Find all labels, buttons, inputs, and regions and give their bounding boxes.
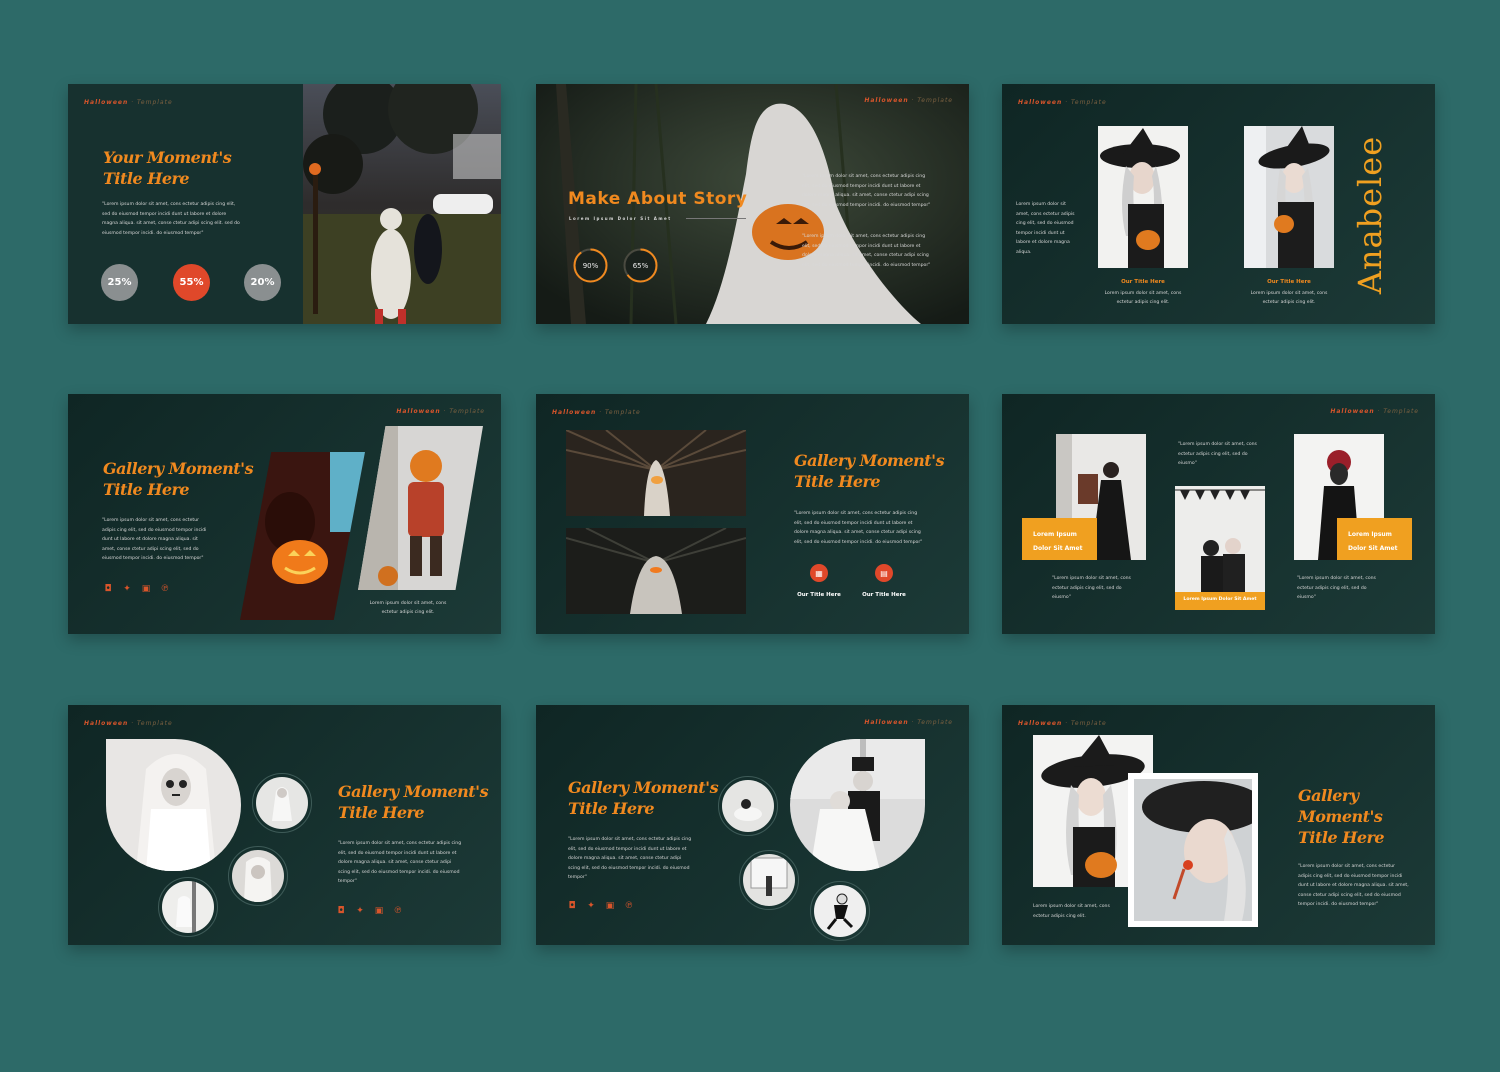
slide-gallery-witch[interactable]: Halloween · Template Gallery Moment's Ti… (1002, 705, 1435, 945)
twitter-icon[interactable]: ✦ (122, 584, 132, 594)
slide-body-text: Lorem ipsum dolor sit amet, cons ectetur… (1016, 202, 1075, 255)
photo-witch-1 (1098, 126, 1188, 268)
text-top-center: "Lorem ipsum dolor sit amet, cons ectetu… (1178, 442, 1257, 467)
item-label-2: Our Title Here (862, 592, 906, 598)
photo-pumpkin-head-child (358, 426, 483, 590)
slide-body-text: "Lorem ipsum dolor sit amet, cons ectetu… (568, 837, 692, 881)
progress-ring-1-label: 90% (582, 261, 599, 270)
slide-tag: Halloween · Template (552, 409, 641, 416)
slide-gallery-pumpkins[interactable]: Halloween · Template Gallery Moment's Ti… (68, 394, 501, 634)
social-icons: ◘ ✦ ▣ ℗ (103, 584, 170, 594)
orange-strip-label: Lorem Ipsum Dolor Sit Amet (1183, 597, 1257, 602)
photo-caption: Lorem ipsum dolor sit amet, cons ectetur… (369, 601, 447, 615)
slide-title: Gallery Moment's Title Here (338, 782, 489, 822)
item-title-2: Our Title Here (1267, 279, 1311, 285)
slide-anabelee[interactable]: Halloween · Template Lorem ipsum dolor s… (1002, 84, 1435, 324)
photo-witch-2 (1244, 126, 1334, 268)
progress-ring-2-label: 65% (632, 261, 649, 270)
stat-circle-2: 55% (173, 264, 210, 301)
pinterest-icon[interactable]: ℗ (393, 906, 403, 916)
twitter-icon[interactable]: ✦ (355, 906, 365, 916)
slide-gallery-boxes[interactable]: Halloween · Template Lorem Ipsum Dolor S… (1002, 394, 1435, 634)
social-icons: ◘ ✦ ▣ ℗ (336, 906, 403, 916)
item-text-1: Lorem ipsum dolor sit amet, cons ectetur… (1104, 291, 1182, 305)
slide-tag: Halloween · Template (1018, 99, 1107, 106)
photo-skeleton-jump (814, 885, 866, 937)
twitter-icon[interactable]: ✦ (586, 901, 596, 911)
slide-gallery-couple[interactable]: Halloween · Template Gallery Moment's Ti… (536, 705, 969, 945)
photo-witch-lollipop (1134, 779, 1252, 921)
photo-bride-floor (722, 780, 774, 832)
slide-tag: Halloween · Template (1018, 720, 1107, 727)
photo-caption: Lorem ipsum dolor sit amet, cons ectetur… (1033, 904, 1110, 919)
photo-bride-window (162, 881, 214, 933)
text-bottom-right: "Lorem ipsum dolor sit amet, cons ectetu… (1297, 576, 1376, 601)
photo-skull-couple-large (790, 739, 925, 871)
item-title-1: Our Title Here (1121, 279, 1165, 285)
text-bottom-left: "Lorem ipsum dolor sit amet, cons ectetu… (1052, 576, 1131, 601)
subtitle-rule (686, 218, 746, 219)
facebook-icon[interactable]: ▣ (374, 906, 384, 916)
slide-title: Gallery Moment's Title Here (568, 778, 719, 818)
progress-ring-1: 90% (573, 248, 608, 283)
photo-trick-or-treat (303, 84, 501, 324)
slide-subtitle: Lorem Ipsum Dolor Sit Amet (569, 216, 672, 221)
slide-title: Gallery Moment's Title Here (103, 459, 254, 499)
item-icon-1: ▦ (810, 564, 828, 582)
stat-circle-3: 20% (244, 264, 281, 301)
photo-bride-veil (232, 850, 284, 902)
slide-title: Gallery Moment's Title Here (794, 451, 945, 491)
item-label-1: Our Title Here (797, 592, 841, 598)
slide-title: Your Moment's Title Here (103, 148, 232, 188)
social-icons: ◘ ✦ ▣ ℗ (567, 901, 634, 911)
pinterest-icon[interactable]: ℗ (160, 584, 170, 594)
slide-title: Gallery Moment's Title Here (1298, 786, 1385, 847)
slide-body-text: "Lorem ipsum dolor sit amet, cons ectetu… (102, 202, 240, 236)
brand-wordmark: Anabelee (1351, 135, 1389, 295)
slide-make-about-story[interactable]: Halloween · Template Make About Story Lo… (536, 84, 969, 324)
photo-ghost-greenhouse-1 (566, 430, 746, 516)
progress-ring-2: 65% (623, 248, 658, 283)
stat-circle-1: 25% (101, 264, 138, 301)
orange-box-2-label: Lorem Ipsum Dolor Sit Amet (1348, 531, 1398, 552)
slide-your-moments[interactable]: Halloween · Template Your Moment's Title… (68, 84, 501, 324)
orange-box-1-label: Lorem Ipsum Dolor Sit Amet (1033, 531, 1083, 552)
slide-body-text: "Lorem ipsum dolor sit amet, cons ectetu… (794, 511, 923, 545)
instagram-icon[interactable]: ◘ (103, 584, 113, 594)
slide-gallery-bride[interactable]: Halloween · Template Gallery Moment's Ti… (68, 705, 501, 945)
slide-tag: Halloween · Template (864, 97, 953, 104)
facebook-icon[interactable]: ▣ (605, 901, 615, 911)
slide-body-text: "Lorem ipsum dolor sit amet, cons ectetu… (338, 841, 462, 885)
slide-tag: Halloween · Template (864, 719, 953, 726)
instagram-icon[interactable]: ◘ (567, 901, 577, 911)
photo-figure-window (743, 854, 795, 906)
item-icon-2: ▤ (875, 564, 893, 582)
pinterest-icon[interactable]: ℗ (624, 901, 634, 911)
facebook-icon[interactable]: ▣ (141, 584, 151, 594)
photo-skull-bride-large (106, 739, 241, 871)
slide-body-text-1: "Lorem ipsum dolor sit amet, cons ectetu… (802, 174, 931, 208)
slide-body-text: "Lorem ipsum dolor sit amet, cons ectetu… (102, 518, 207, 562)
slide-gallery-ghosts[interactable]: Halloween · Template Gallery Moment's Ti… (536, 394, 969, 634)
photo-couple-party (1175, 486, 1265, 604)
slide-title: Make About Story (568, 189, 748, 209)
item-text-2: Lorem ipsum dolor sit amet, cons ectetur… (1250, 291, 1328, 305)
photo-bride-sitting (256, 777, 308, 829)
slide-body-text: "Lorem ipsum dolor sit amet, cons ectetu… (1298, 864, 1409, 908)
photo-girl-jack-o-lantern (240, 452, 365, 620)
photo-ghost-greenhouse-2 (566, 528, 746, 614)
slide-tag: Halloween · Template (84, 720, 173, 727)
slide-body-text-2: "Lorem ipsum dolor sit amet, cons ectetu… (802, 234, 931, 268)
slide-tag: Halloween · Template (1330, 408, 1419, 415)
slide-tag: Halloween · Template (84, 99, 173, 106)
instagram-icon[interactable]: ◘ (336, 906, 346, 916)
slide-tag: Halloween · Template (396, 408, 485, 415)
